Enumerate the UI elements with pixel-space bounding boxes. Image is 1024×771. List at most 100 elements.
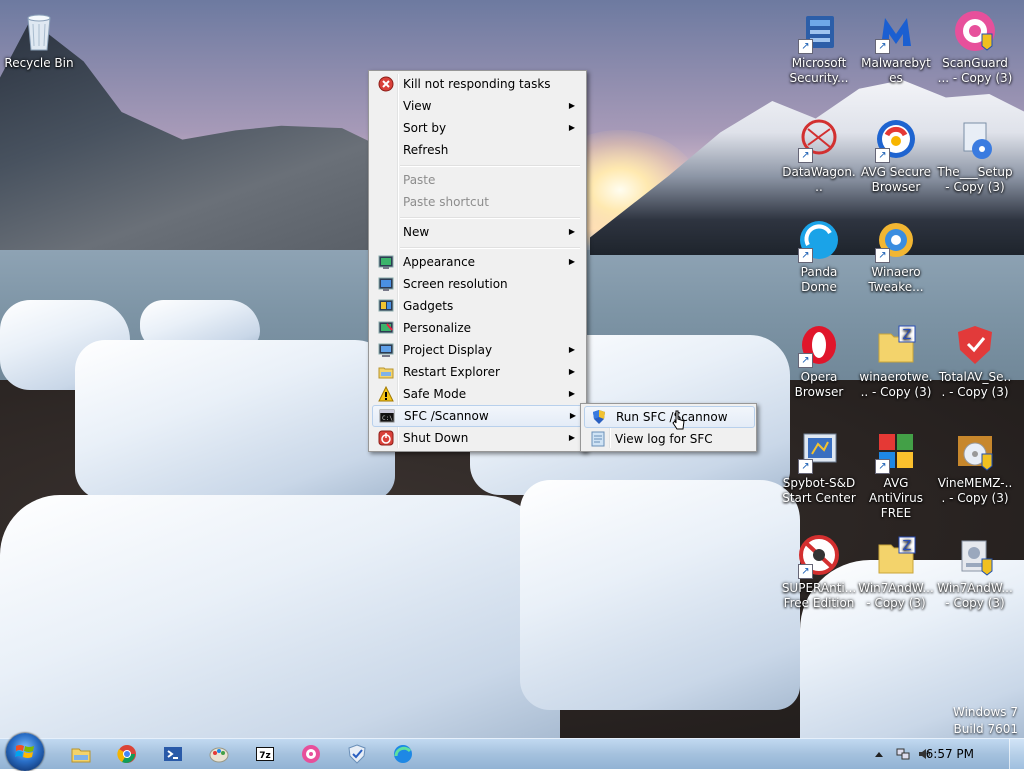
paint-icon[interactable]: [208, 743, 230, 765]
windows-logo-icon: [15, 745, 34, 758]
menu-item-appearance[interactable]: Appearance ▶: [372, 251, 583, 273]
ice-block: [520, 480, 800, 710]
avg-secure-browser-icon: ↗: [873, 117, 919, 163]
warning-icon: [378, 385, 394, 402]
desktop-icon-avg-antivirus[interactable]: ↗ AVG AntiVirus FREE: [858, 428, 934, 521]
desktop-icon-microsoft-security[interactable]: ↗ Microsoft Security...: [781, 8, 857, 86]
screen-resolution-icon: [378, 276, 394, 292]
desktop-icon-label: Panda Dome: [800, 265, 838, 294]
menu-item-screen-resolution[interactable]: Screen resolution: [372, 273, 583, 295]
menu-item-kill-not-responding[interactable]: Kill not responding tasks: [372, 73, 583, 95]
desktop-icon-panda-dome[interactable]: ↗ Panda Dome: [781, 217, 857, 295]
desktop-icon-label: VineMEMZ-... - Copy (3): [937, 476, 1013, 505]
menu-item-project-display[interactable]: Project Display ▶: [372, 339, 583, 361]
desktop-icon-label: DataWagon...: [782, 165, 856, 194]
ice-block: [75, 340, 395, 500]
edge-icon[interactable]: [392, 743, 414, 765]
appearance-icon: [378, 254, 394, 270]
desktop-icon-vinememz[interactable]: VineMEMZ-... - Copy (3): [937, 428, 1013, 506]
desktop-icon-winaerotweaker-zip[interactable]: Z winaerotwe... - Copy (3): [858, 322, 934, 400]
chrome-icon[interactable]: [116, 743, 138, 765]
desktop-icon-setup[interactable]: The___Setup - Copy (3): [937, 117, 1013, 195]
shortcut-arrow-icon: ↗: [875, 39, 890, 54]
desktop-icon-label: Recycle Bin: [4, 56, 74, 70]
desktop-icon-win7andw-installer[interactable]: Win7AndW... - Copy (3): [937, 533, 1013, 611]
menu-item-paste: Paste: [372, 169, 583, 191]
restart-explorer-icon: [378, 364, 394, 380]
shortcut-arrow-icon: ↗: [798, 353, 813, 368]
desktop-icon-opera[interactable]: ↗ Opera Browser: [781, 322, 857, 400]
menu-item-view-log-sfc[interactable]: View log for SFC: [584, 428, 753, 450]
7zip-icon[interactable]: 7z: [254, 743, 276, 765]
submenu-arrow-icon: ▶: [568, 101, 575, 110]
menu-item-label: Paste shortcut: [403, 195, 489, 209]
desktop-icon-recycle-bin[interactable]: Recycle Bin: [1, 8, 77, 71]
desktop-icon-totalav[interactable]: TotalAV_Se... - Copy (3): [937, 322, 1013, 400]
show-hidden-icons-icon[interactable]: [872, 747, 886, 761]
svg-text:7z: 7z: [259, 751, 271, 761]
menu-item-gadgets[interactable]: Gadgets: [372, 295, 583, 317]
shield-check-icon[interactable]: [346, 743, 368, 765]
start-button[interactable]: [6, 733, 44, 771]
menu-item-label: View log for SFC: [615, 432, 713, 446]
menu-separator: [400, 247, 580, 249]
desktop-icon-label: Opera Browser: [794, 370, 844, 399]
desktop-icon-scanguard[interactable]: ScanGuard ... - Copy (3): [937, 8, 1013, 86]
taskbar: 7z 6:57 PM: [0, 733, 1024, 771]
menu-item-label: Personalize: [403, 321, 472, 335]
menu-item-restart-explorer[interactable]: Restart Explorer ▶: [372, 361, 583, 383]
shutdown-icon: [378, 430, 394, 446]
desktop-icon-malwarebytes[interactable]: ↗ Malwarebytes: [858, 8, 934, 86]
log-file-icon: [590, 431, 606, 447]
shortcut-arrow-icon: ↗: [798, 148, 813, 163]
menu-item-label: Project Display: [403, 343, 493, 357]
mouse-cursor-icon: [672, 410, 686, 432]
vinememz-icon: [952, 428, 998, 474]
menu-item-label: SFC /Scannow: [404, 409, 489, 423]
desktop-icon-label: The___Setup - Copy (3): [937, 165, 1013, 194]
kill-tasks-icon: [378, 76, 394, 92]
menu-separator: [400, 165, 580, 167]
desktop-icon-avg-secure-browser[interactable]: ↗ AVG Secure Browser: [858, 117, 934, 195]
submenu-arrow-icon: ▶: [568, 257, 575, 266]
shortcut-arrow-icon: ↗: [875, 248, 890, 263]
menu-item-run-sfc-scannow[interactable]: Run SFC /Scannow: [584, 406, 755, 428]
menu-item-label: Screen resolution: [403, 277, 508, 291]
submenu-arrow-icon: ▶: [569, 411, 576, 420]
show-desktop-button[interactable]: [1009, 739, 1024, 769]
menu-item-label: New: [403, 225, 430, 239]
app-icon[interactable]: [300, 743, 322, 765]
menu-item-new[interactable]: New ▶: [372, 221, 583, 243]
command-prompt-icon: C:\: [379, 408, 395, 424]
taskbar-clock[interactable]: 6:57 PM: [926, 747, 974, 761]
menu-item-sfc-scannow[interactable]: C:\ SFC /Scannow ▶: [372, 405, 585, 427]
menu-item-label: Restart Explorer: [403, 365, 500, 379]
powershell-icon[interactable]: [162, 743, 184, 765]
menu-item-personalize[interactable]: Personalize: [372, 317, 583, 339]
network-icon[interactable]: [896, 747, 910, 761]
desktop-icon-superantispyware[interactable]: ↗ SUPERAnti... Free Edition: [781, 533, 857, 611]
svg-text:Z: Z: [903, 539, 912, 554]
submenu-arrow-icon: ▶: [568, 389, 575, 398]
menu-item-view[interactable]: View ▶: [372, 95, 583, 117]
menu-item-safe-mode[interactable]: Safe Mode ▶: [372, 383, 583, 405]
submenu-arrow-icon: ▶: [568, 227, 575, 236]
desktop-icon-datawagon[interactable]: ↗ DataWagon...: [781, 117, 857, 195]
desktop-icon-label: Win7AndW... - Copy (3): [937, 581, 1013, 610]
menu-item-label: Kill not responding tasks: [403, 77, 551, 91]
menu-item-refresh[interactable]: Refresh: [372, 139, 583, 161]
desktop-icon-spybot[interactable]: ↗ Spybot-S&D Start Center: [781, 428, 857, 506]
submenu-arrow-icon: ▶: [568, 433, 575, 442]
shortcut-arrow-icon: ↗: [798, 564, 813, 579]
menu-item-sort-by[interactable]: Sort by ▶: [372, 117, 583, 139]
totalav-icon: [952, 322, 998, 368]
desktop-icon-win7andw-zip[interactable]: Z Win7AndW... - Copy (3): [858, 533, 934, 611]
desktop-icon-winaero-tweaker[interactable]: ↗ Winaero Tweake...: [858, 217, 934, 295]
explorer-icon[interactable]: [70, 743, 92, 765]
menu-item-shut-down[interactable]: Shut Down ▶: [372, 427, 583, 449]
menu-item-label: Gadgets: [403, 299, 454, 313]
shortcut-arrow-icon: ↗: [875, 148, 890, 163]
shortcut-arrow-icon: ↗: [798, 39, 813, 54]
desktop-icon-label: ScanGuard ... - Copy (3): [937, 56, 1013, 85]
menu-item-label: Refresh: [403, 143, 449, 157]
